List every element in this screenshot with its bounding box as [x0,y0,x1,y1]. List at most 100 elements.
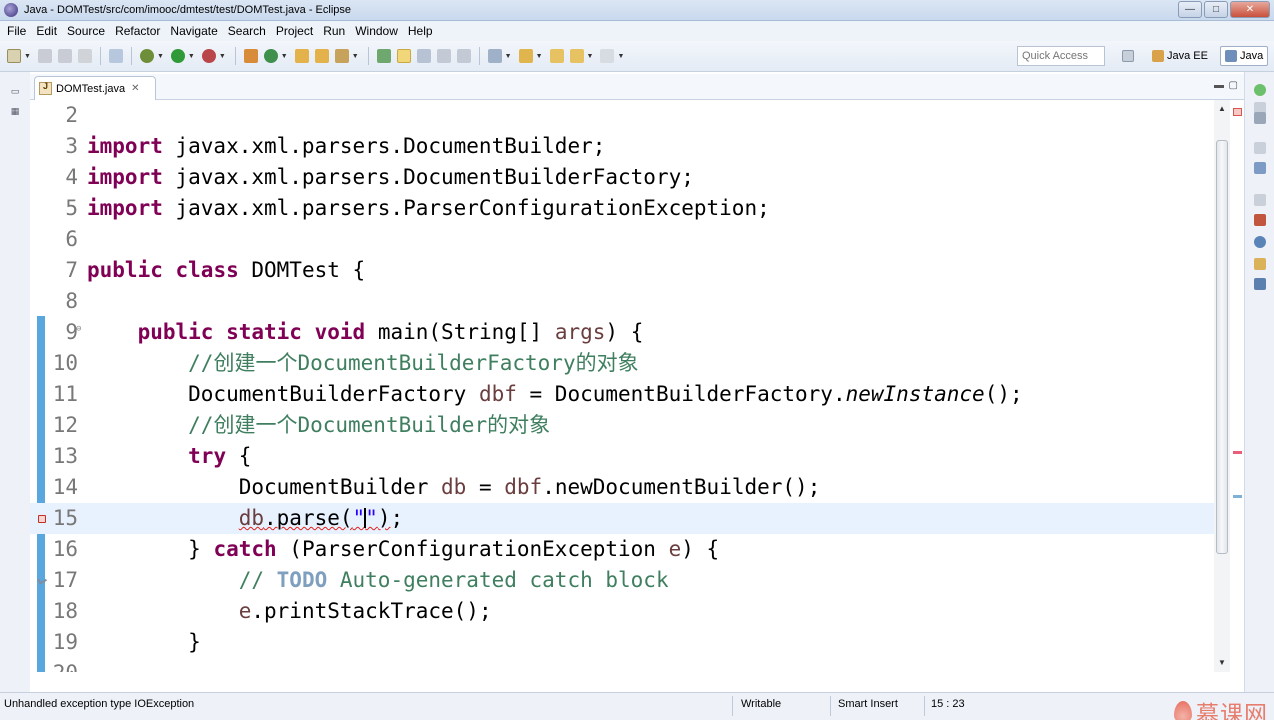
eclipse-icon [4,3,18,17]
code-line[interactable]: 2 [30,100,1216,131]
pencil-icon[interactable] [334,49,349,63]
scrollbar-thumb[interactable] [1216,140,1228,554]
code-line[interactable]: 3 import javax.xml.parsers.DocumentBuilde… [30,131,1216,162]
code-line[interactable]: 16 } catch (ParserConfigurationException… [30,534,1216,565]
line-number: 4 [65,165,78,189]
code-line[interactable]: 10 //创建一个DocumentBuilderFactory的对象 [30,348,1216,379]
code-line[interactable]: 6 [30,224,1216,255]
menu-source[interactable]: Source [62,24,110,38]
open-type-icon[interactable] [314,49,329,63]
debug-icon[interactable] [139,49,154,63]
menu-help[interactable]: Help [403,24,438,38]
chevron-down-icon[interactable]: ▼ [587,53,594,60]
open-folder-icon[interactable] [294,49,309,63]
perspective-java[interactable]: Java [1220,46,1269,66]
menu-refactor[interactable]: Refactor [110,24,165,38]
tab-domtest-java[interactable]: DOMTest.java ✕ [34,76,156,100]
error-marker-icon[interactable] [38,515,46,523]
status-insert-mode[interactable]: Smart Insert [838,698,898,710]
javadoc-icon[interactable] [1254,236,1266,248]
chevron-down-icon[interactable]: ▼ [536,53,543,60]
code-line[interactable]: 14 DocumentBuilder db = dbf.newDocumentB… [30,472,1216,503]
chevron-down-icon[interactable]: ▼ [352,53,359,60]
java-editor[interactable]: 2 3 import javax.xml.parsers.DocumentBuil… [30,100,1244,672]
highlight-icon[interactable] [396,49,411,63]
block-selection-icon[interactable] [416,49,431,63]
code-line[interactable]: 18 e.printStackTrace(); [30,596,1216,627]
menu-navigate[interactable]: Navigate [165,24,222,38]
new-class-icon[interactable] [263,49,278,63]
error-summary-icon[interactable] [1233,108,1242,116]
last-edit-icon[interactable] [549,49,564,63]
chevron-down-icon[interactable]: ▼ [188,53,195,60]
restore-icon[interactable] [1254,142,1266,154]
code-line[interactable]: 5 import javax.xml.parsers.ParserConfigur… [30,193,1216,224]
next-annotation-icon[interactable] [487,49,502,63]
minimize-button[interactable]: — [1178,1,1202,18]
current-code-line[interactable]: 15 db.parse(""); [30,503,1216,534]
problems-icon[interactable] [1254,214,1266,226]
restore-icon[interactable] [1254,194,1266,206]
chevron-down-icon[interactable]: ▼ [219,53,226,60]
open-perspective-button[interactable] [1118,46,1141,66]
new-icon[interactable] [7,49,21,63]
code-line[interactable]: 4 import javax.xml.parsers.DocumentBuilde… [30,162,1216,193]
quick-access-input[interactable] [1017,46,1105,66]
code-line[interactable]: 9 ⊖ public static void main(String[] args… [30,317,1216,348]
show-whitespace-icon[interactable] [436,49,451,63]
fold-icon[interactable]: ⊖ [76,317,81,341]
toolbar-divider [99,47,101,65]
console-icon[interactable] [1254,278,1266,290]
code-line[interactable]: 12 //创建一个DocumentBuilder的对象 [30,410,1216,441]
minimize-icon[interactable]: ▬ [1214,80,1224,91]
code-line[interactable]: 13 try { [30,441,1216,472]
close-tab-icon[interactable]: ✕ [131,83,139,94]
menu-file[interactable]: File [2,24,31,38]
code-line[interactable]: 11 DocumentBuilderFactory dbf = Document… [30,379,1216,410]
maximize-icon[interactable]: ▢ [1229,80,1238,91]
toggle-mark-icon[interactable] [376,49,391,63]
line-number: 2 [65,103,78,127]
menu-edit[interactable]: Edit [31,24,62,38]
chevron-down-icon[interactable]: ▼ [281,53,288,60]
code-line[interactable]: 7 public class DOMTest { [30,255,1216,286]
vertical-scrollbar[interactable]: ▲ ▼ [1214,100,1230,672]
code-line[interactable]: 8 [30,286,1216,317]
back-icon[interactable] [569,49,584,63]
paragraph-icon[interactable] [456,49,471,63]
add-icon[interactable] [1254,84,1266,96]
forward-icon[interactable] [600,49,615,63]
run-icon[interactable] [170,49,185,63]
scroll-up-icon[interactable]: ▲ [1218,104,1226,113]
maximize-button[interactable]: □ [1204,1,1228,18]
code-line[interactable]: 19 } [30,627,1216,658]
code-area[interactable]: 2 3 import javax.xml.parsers.DocumentBuil… [30,100,1220,672]
chevron-down-icon[interactable]: ▼ [157,53,164,60]
perspective-java-ee[interactable]: Java EE [1148,46,1212,66]
outline-icon[interactable] [1254,162,1266,174]
code-line[interactable]: 17 // TODO Auto-generated catch block [30,565,1216,596]
menu-search[interactable]: Search [223,24,271,38]
print-icon[interactable] [77,49,92,63]
error-overview-mark[interactable] [1233,451,1242,454]
chevron-down-icon[interactable]: ▼ [505,53,512,60]
chevron-down-icon[interactable]: ▼ [617,53,624,60]
close-button[interactable]: ✕ [1230,1,1270,18]
save-all-icon[interactable] [57,49,72,63]
task-list-icon[interactable] [1254,112,1266,124]
external-tools-icon[interactable] [201,49,216,63]
scroll-down-icon[interactable]: ▼ [1218,658,1226,667]
chevron-down-icon[interactable]: ▼ [24,53,31,60]
new-java-project-icon[interactable] [243,49,258,63]
package-explorer-icon[interactable]: ▦ [9,106,21,118]
menu-run[interactable]: Run [318,24,350,38]
open-task-icon[interactable] [108,49,123,63]
menu-window[interactable]: Window [350,24,403,38]
code-line[interactable]: 20 [30,658,1216,672]
declaration-icon[interactable] [1254,258,1266,270]
menu-project[interactable]: Project [271,24,318,38]
prev-annotation-icon[interactable] [518,49,533,63]
restore-icon[interactable]: ▭ [9,86,21,98]
save-icon[interactable] [37,49,52,63]
task-overview-mark[interactable] [1233,495,1242,498]
